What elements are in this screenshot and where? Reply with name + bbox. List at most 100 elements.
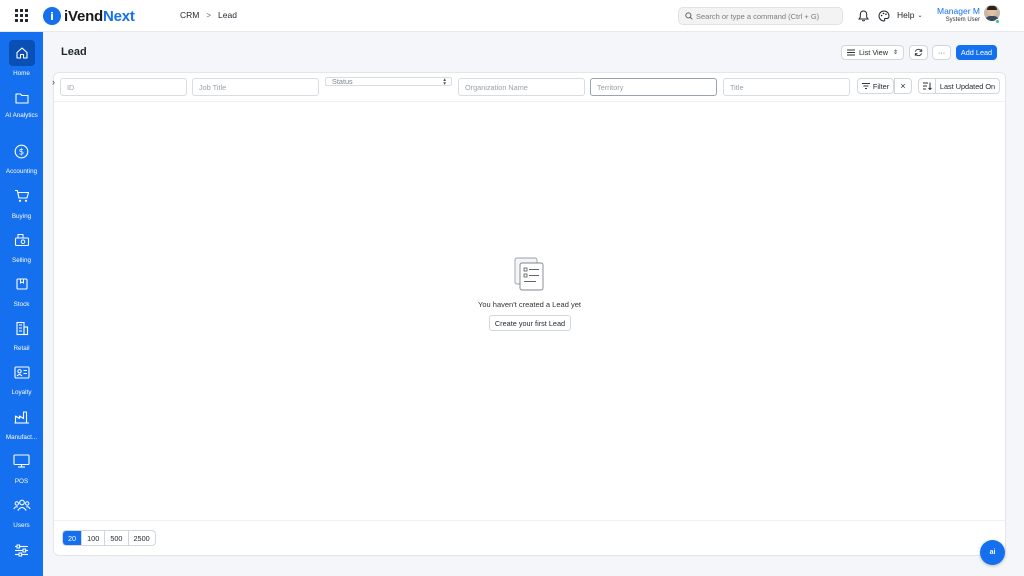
register-icon [9,227,35,253]
store-icon [9,315,35,341]
empty-state-message: You haven't created a Lead yet [478,300,581,309]
sidebar-item-buying[interactable]: Buying [0,183,43,221]
svg-text:$: $ [19,147,24,157]
expand-sidebar-chevron-icon[interactable]: › [52,77,55,87]
home-icon [8,40,35,66]
logo-text: iVendNext [64,8,135,25]
folder-icon [9,85,35,111]
user-role: System User [945,17,980,23]
ai-assistant-button[interactable]: ai [980,540,1005,565]
id-card-icon [9,359,35,385]
territory-placeholder: Territory [597,82,624,92]
notification-bell-icon[interactable] [856,9,870,23]
sidebar-item-label: Selling [12,257,31,264]
status-placeholder: Status [332,77,353,86]
status-filter-select[interactable]: Status ▴ ▾ [325,77,452,87]
refresh-icon [914,48,923,57]
title-filter-input[interactable]: Title [723,78,850,96]
sidebar-item-ai-analytics[interactable]: AI Analytics [0,85,43,120]
app-logo[interactable]: i iVendNext [43,6,135,26]
title-placeholder: Title [730,82,744,92]
filter-icon [861,83,870,89]
list-view-button[interactable]: List View ⇕ [841,45,904,60]
updown-chevron-icon: ▴ ▾ [443,77,446,87]
sidebar-item-accounting[interactable]: $ Accounting [0,138,43,176]
help-label: Help [897,10,915,20]
updown-chevron-icon: ⇕ [893,50,899,56]
logo-mark-icon: i [43,7,61,25]
cart-icon [9,183,35,209]
user-name[interactable]: Manager M [920,6,980,16]
dollar-circle-icon: $ [9,138,35,164]
sidebar-item-users[interactable]: Users [0,492,43,530]
sidebar-item-home[interactable]: Home [0,40,43,78]
more-dots-icon: ··· [937,48,946,57]
sidebar-item-pos[interactable]: POS [0,448,43,486]
territory-filter-input[interactable]: Territory [590,78,717,96]
list-icon [846,49,855,56]
search-input[interactable]: Search or type a command (Ctrl + G) [678,7,843,25]
more-options-button[interactable]: ··· [932,45,951,60]
close-icon: × [900,81,906,91]
logo-prefix: iVend [64,7,104,25]
page-size-500[interactable]: 500 [105,531,129,545]
organization-placeholder: Organization Name [465,82,528,92]
sidebar-item-label: POS [14,478,29,485]
sidebar-item-label: Home [13,70,30,77]
empty-list-icon [514,257,544,291]
factory-icon [9,404,35,430]
list-view-label: List View [858,48,889,57]
page-size-selector: 20 100 500 2500 [62,530,156,546]
sidebar-item-settings[interactable] [0,537,43,563]
refresh-button[interactable] [909,45,928,60]
sidebar-item-label: Manufact... [5,434,38,441]
page-size-100[interactable]: 100 [82,531,106,545]
organization-filter-input[interactable]: Organization Name [458,78,585,96]
sidebar: Home AI Analytics $ Accounting Buying Se… [0,32,43,576]
filter-label: Filter [872,81,890,91]
clear-filter-button[interactable]: × [894,78,912,94]
box-icon [9,271,35,297]
sidebar-item-label: Loyalty [11,389,32,396]
settings-sliders-icon [9,537,35,563]
sidebar-item-selling[interactable]: Selling [0,227,43,265]
page-size-2500[interactable]: 2500 [129,531,155,545]
breadcrumb: CRM > Lead [180,10,237,20]
page-title: Lead [61,46,87,58]
sidebar-item-label: Stock [13,301,30,308]
sidebar-item-label: Users [13,522,30,529]
search-icon [685,12,693,20]
sidebar-item-loyalty[interactable]: Loyalty [0,359,43,397]
top-navbar: i iVendNext CRM > Lead Search or type a … [0,0,1024,32]
palette-icon[interactable] [877,9,891,23]
sidebar-item-label: Retail [13,345,30,352]
sort-icon [922,82,932,90]
filter-button[interactable]: Filter [857,78,894,94]
page-size-20[interactable]: 20 [63,531,83,545]
breadcrumb-lead[interactable]: Lead [218,10,237,20]
job-title-filter-input[interactable]: Job Title [192,78,319,96]
search-placeholder: Search or type a command (Ctrl + G) [696,11,820,21]
app-grid-icon[interactable] [15,9,28,22]
logo-suffix: Next [103,7,135,25]
create-first-lead-button[interactable]: Create your first Lead [489,315,571,331]
sidebar-item-retail[interactable]: Retail [0,315,43,353]
lead-list-card: › ID Job Title Status ▴ ▾ Organization Na… [52,72,1006,556]
help-dropdown[interactable]: Help ⌄ [897,10,923,20]
id-filter-input[interactable]: ID [60,78,187,96]
sidebar-item-label: Accounting [5,168,38,175]
id-placeholder: ID [67,82,75,92]
sidebar-item-manufacturing[interactable]: Manufact... [0,404,43,442]
sort-field-label: Last Updated On [939,81,996,91]
sidebar-item-stock[interactable]: Stock [0,271,43,309]
add-lead-label: Add Lead [960,48,993,57]
add-lead-button[interactable]: Add Lead [956,45,997,60]
sort-direction-button[interactable] [918,78,936,94]
breadcrumb-crm[interactable]: CRM [180,10,199,20]
users-icon [9,492,35,518]
sidebar-item-label: AI Analytics [5,112,38,119]
filter-bar: › ID Job Title Status ▴ ▾ Organization Na… [52,73,1005,102]
sort-field-button[interactable]: Last Updated On [935,78,1000,94]
job-title-placeholder: Job Title [199,82,227,92]
monitor-icon [9,448,35,474]
